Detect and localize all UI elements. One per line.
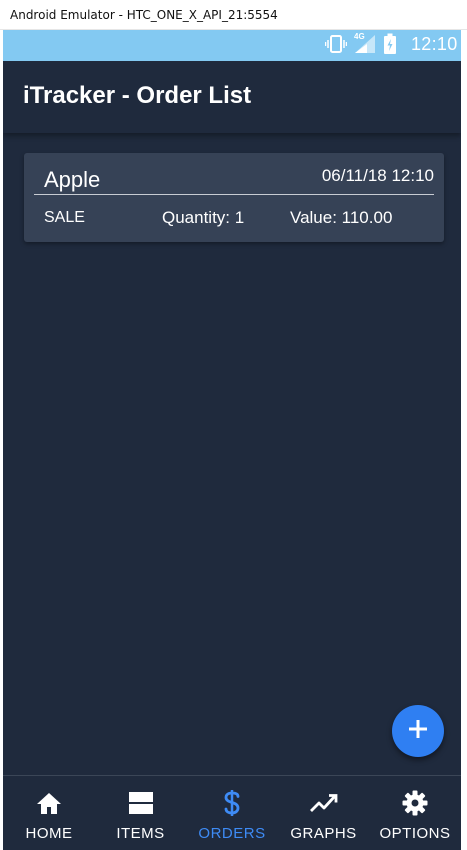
plus-icon <box>408 719 428 744</box>
order-divider <box>34 194 434 195</box>
app-bar: iTracker - Order List <box>3 61 461 133</box>
home-icon <box>36 790 62 816</box>
page-title: iTracker - Order List <box>23 82 252 109</box>
signal-icon: 4G <box>353 31 377 59</box>
nav-label-options: OPTIONS <box>379 825 451 842</box>
nav-item-home[interactable]: HOME <box>3 776 95 850</box>
order-datetime: 06/11/18 12:10 <box>321 166 434 185</box>
nav-item-items[interactable]: ITEMS <box>95 776 186 850</box>
battery-icon <box>383 33 397 60</box>
status-icons: 4G <box>324 31 397 60</box>
vibrate-icon <box>324 34 348 59</box>
nav-label-home: HOME <box>25 825 73 842</box>
nav-label-items: ITEMS <box>116 825 165 842</box>
order-type: SALE <box>44 209 85 226</box>
list-icon <box>128 790 154 816</box>
status-time: 12:10 <box>411 34 458 54</box>
gear-icon <box>402 790 428 816</box>
nav-item-graphs[interactable]: GRAPHS <box>278 776 369 850</box>
nav-item-options[interactable]: OPTIONS <box>369 776 461 850</box>
order-quantity: Quantity: 1 <box>162 208 245 227</box>
network-label: 4G <box>354 31 365 41</box>
app-screen: iTracker - Order List Apple 06/11/18 12:… <box>3 61 461 850</box>
nav-label-graphs: GRAPHS <box>290 825 357 842</box>
trending-icon <box>309 790 338 816</box>
window-title: Android Emulator - HTC_ONE_X_API_21:5554 <box>0 0 467 30</box>
window-frame-edge <box>461 30 467 850</box>
status-bar: 4G 12:10 <box>3 30 461 61</box>
add-order-button[interactable] <box>392 705 444 757</box>
nav-item-orders[interactable]: ORDERS <box>186 776 278 850</box>
bottom-navigation: HOME ITEMS ORDERS GRAPHS OPTIONS <box>3 775 461 850</box>
nav-label-orders: ORDERS <box>198 825 266 842</box>
order-value: Value: 110.00 <box>290 208 393 227</box>
dollar-icon <box>222 790 242 816</box>
order-item-name: Apple <box>44 167 101 192</box>
order-card[interactable]: Apple 06/11/18 12:10 SALE Quantity: 1 Va… <box>24 153 444 242</box>
